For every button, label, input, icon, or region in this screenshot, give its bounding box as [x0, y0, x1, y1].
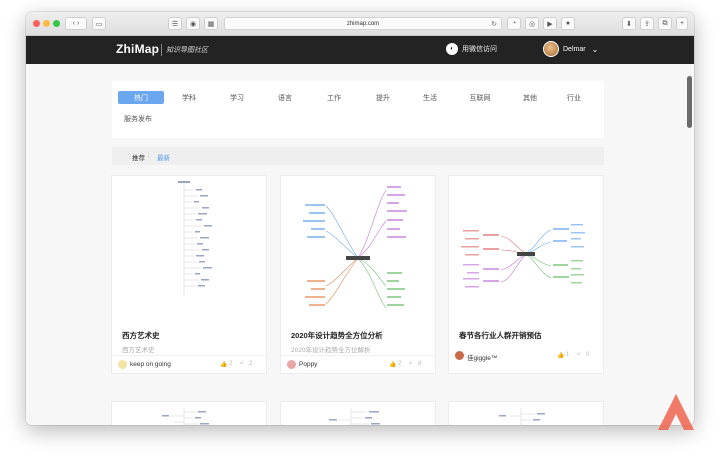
sort-latest[interactable]: 最新 [157, 152, 170, 162]
download-icon[interactable]: ⬇ [622, 17, 636, 30]
category-work[interactable]: 工作 [309, 91, 359, 104]
category-life[interactable]: 生活 [405, 91, 455, 104]
card-title[interactable]: 西方艺术史 [122, 330, 160, 341]
wechat-icon: ◐ [446, 43, 458, 55]
like-count: 1 [566, 352, 570, 358]
category-improve[interactable]: 提升 [358, 91, 408, 104]
wechat-access-link[interactable]: ◐ 用微信访问 [446, 43, 497, 55]
share-icon[interactable]: < [409, 361, 413, 367]
category-hot[interactable]: 热门 [118, 91, 164, 104]
page-viewport: ZhiMap 知识导图社区 ◐ 用微信访问 Delmar ⌄ 热门 学科 学习 … [26, 36, 694, 425]
wechat-label: 用微信访问 [462, 46, 497, 53]
minimize-window-button[interactable] [43, 20, 50, 27]
sort-bar: 推荐 | 最新 [112, 147, 604, 165]
card-subtitle: 2020年设计趋势全方位解析 [291, 347, 371, 354]
category-service[interactable]: 服务发布 [124, 112, 164, 125]
share-count: 8 [418, 361, 422, 367]
category-language[interactable]: 语言 [260, 91, 310, 104]
mindmap-card[interactable]: 春节各行业人群开销预估 佳giggle™ 👍 1 < 0 [449, 176, 603, 373]
mindmap-thumbnail [499, 408, 545, 425]
bookmark-icon[interactable]: ▦ [204, 17, 218, 30]
category-other[interactable]: 其他 [505, 91, 555, 104]
mindmap-thumbnail [329, 408, 380, 425]
share-icon[interactable]: ⇪ [640, 17, 654, 30]
category-industry[interactable]: 行业 [549, 91, 599, 104]
category-study[interactable]: 学习 [212, 91, 262, 104]
author-avatar[interactable] [455, 351, 464, 360]
user-menu[interactable]: Delmar ⌄ [543, 41, 598, 57]
shield-icon[interactable]: ● [561, 17, 575, 30]
share-icon[interactable]: < [240, 361, 244, 367]
mindmap-thumbnail [303, 186, 407, 309]
share-icon[interactable]: < [577, 352, 581, 358]
reader-icon[interactable]: ☰ [168, 17, 182, 30]
close-window-button[interactable] [33, 20, 40, 27]
chevron-down-icon: ⌄ [591, 44, 599, 54]
mindmap-card[interactable] [112, 402, 266, 425]
extension-icon[interactable]: ◉ [186, 17, 200, 30]
video-icon[interactable]: ▶ [543, 17, 557, 30]
mindmap-card[interactable] [281, 402, 435, 425]
logo-divider [161, 44, 162, 56]
site-tagline: 知识导图社区 [166, 46, 208, 54]
like-count: 2 [229, 361, 233, 367]
mindmap-thumbnail [162, 408, 209, 425]
card-footer: keep on going 👍 2 < 2 [112, 355, 266, 373]
author-name[interactable]: keep on going [130, 361, 171, 368]
screen-icon[interactable]: ◎ [525, 17, 539, 30]
mindmap-card[interactable]: 2020年设计趋势全方位分析 2020年设计趋势全方位解析 Poppy 👍 2 … [281, 176, 435, 373]
like-count: 2 [398, 361, 402, 367]
mindmap-thumbnail [461, 224, 585, 288]
browser-window: ‹ › ▭ ☰ ◉ ▦ zhimap.com ↻ ◔ ◎ ▶ ● ⬇ ⇪ ⧉ +… [26, 12, 694, 425]
author-avatar[interactable] [118, 360, 127, 369]
page-scrollbar[interactable] [687, 76, 692, 128]
card-footer: Poppy 👍 2 < 8 [281, 355, 435, 373]
card-subtitle: 西方艺术史 [122, 347, 155, 354]
tabs-icon[interactable]: ⧉ [658, 17, 672, 30]
author-name[interactable]: Poppy [299, 361, 317, 368]
author-avatar[interactable] [287, 360, 296, 369]
category-subject[interactable]: 学科 [164, 91, 214, 104]
category-internet[interactable]: 互联网 [455, 91, 505, 104]
password-icon[interactable]: ◔ [507, 17, 521, 30]
like-icon[interactable]: 👍 [389, 361, 396, 368]
browser-toolbar: ‹ › ▭ ☰ ◉ ▦ zhimap.com ↻ ◔ ◎ ▶ ● ⬇ ⇪ ⧉ + [26, 12, 694, 36]
brand-logo-icon [658, 394, 694, 430]
back-forward-buttons[interactable]: ‹ › [65, 17, 87, 30]
share-count: 2 [249, 361, 253, 367]
card-title[interactable]: 春节各行业人群开销预估 [459, 330, 542, 341]
card-footer: 佳giggle™ 👍 1 < 0 [449, 347, 603, 365]
user-avatar [543, 41, 559, 57]
author-name[interactable]: 佳giggle™ [467, 352, 497, 362]
url-text: zhimap.com [346, 20, 380, 27]
sort-divider: | [148, 152, 150, 159]
category-panel: 热门 学科 学习 语言 工作 提升 生活 互联网 其他 行业 服务发布 [112, 81, 604, 138]
mindmap-card[interactable] [449, 402, 603, 425]
like-icon[interactable]: 👍 [557, 352, 564, 359]
site-logo[interactable]: ZhiMap [116, 42, 159, 56]
reload-icon[interactable]: ↻ [491, 20, 497, 28]
mindmap-thumbnail [178, 181, 212, 296]
address-bar[interactable]: zhimap.com ↻ [224, 17, 502, 30]
card-title[interactable]: 2020年设计趋势全方位分析 [291, 330, 383, 341]
sidebar-toggle-icon[interactable]: ▭ [92, 17, 106, 30]
user-name: Delmar [563, 45, 586, 53]
forward-icon[interactable]: › [77, 20, 79, 27]
like-icon[interactable]: 👍 [220, 361, 227, 368]
site-header: ZhiMap 知识导图社区 ◐ 用微信访问 Delmar ⌄ [26, 36, 694, 64]
share-count: 0 [586, 352, 590, 358]
back-icon[interactable]: ‹ [73, 20, 75, 27]
sort-recommend[interactable]: 推荐 [132, 152, 145, 162]
add-tab-icon[interactable]: + [676, 17, 688, 30]
mindmap-card[interactable]: 西方艺术史 西方艺术史 keep on going 👍 2 < 2 [112, 176, 266, 373]
zoom-window-button[interactable] [53, 20, 60, 27]
